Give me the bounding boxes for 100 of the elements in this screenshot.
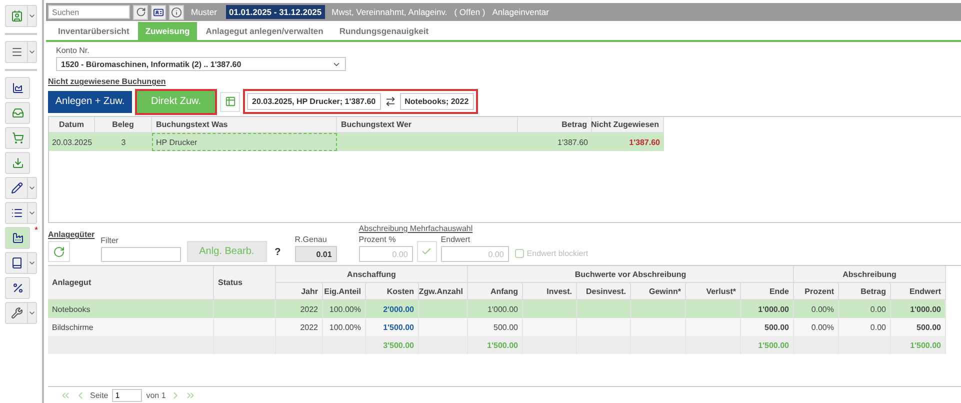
table-cell: 1'500.00	[891, 336, 946, 354]
column-header[interactable]: Nicht Zugewiesen	[592, 117, 664, 133]
asset-chip: Notebooks; 2022	[400, 93, 474, 110]
column-header[interactable]: Jahr	[276, 283, 323, 300]
column-header[interactable]: Datum	[49, 117, 95, 133]
wrench-icon	[10, 307, 22, 319]
sidebar-button[interactable]	[5, 202, 37, 224]
column-header[interactable]: Ende	[741, 283, 794, 300]
booking-chip: 20.03.2025, HP Drucker; 1'387.60	[247, 93, 381, 110]
field-label: Filter	[100, 236, 120, 245]
pencil-icon	[10, 182, 22, 194]
column-header[interactable]: Anfang	[468, 283, 523, 300]
field-label: Konto Nr.	[56, 46, 90, 55]
field-label: R.Genau	[294, 235, 328, 244]
section-title: Nicht zugewiesene Buchungen	[48, 77, 166, 86]
column-header[interactable]: Eig.Anteil	[323, 283, 366, 300]
status-text: ( Offen )	[454, 7, 486, 17]
column-header[interactable]: Prozent	[794, 283, 839, 300]
checkbox-label: Endwert blockiert	[526, 249, 588, 258]
select-value: 1520 - Büromaschinen, Informatik (2) .. 1'387.60	[61, 60, 242, 68]
column-header[interactable]: Desinvest.	[577, 283, 631, 300]
book-icon	[10, 257, 22, 269]
tab[interactable]: Inventarübersicht	[51, 22, 136, 40]
column-header[interactable]: Beleg	[95, 117, 152, 133]
field-label: Endwert	[440, 235, 472, 244]
swap-arrows-icon	[384, 96, 396, 107]
filter-field[interactable]	[100, 247, 181, 262]
column-header[interactable]: Endwert	[891, 283, 946, 300]
section-title: Abschreibung Mehrfachauswahl	[358, 224, 474, 233]
refresh-button[interactable]	[133, 4, 148, 20]
id-card-icon	[153, 6, 164, 18]
column-header[interactable]: Betrag	[518, 117, 592, 133]
column-group-header: Buchwerte vor Abschreibung	[468, 266, 794, 283]
table-row[interactable]: Notebooks 2022 100.00% 2'000.00 1'000.00 1'000.00 0.00% 0.00 1'000.00	[48, 300, 946, 318]
sidebar-button[interactable]	[5, 177, 37, 199]
page-label: Seite	[90, 390, 108, 400]
info-icon	[171, 6, 182, 18]
contact-icon	[10, 10, 22, 22]
check-icon	[421, 246, 432, 257]
account-select[interactable]: 1520 - Büromaschinen, Informatik (2) .. 1'387.60	[56, 57, 346, 71]
module-name: Anlageinventar	[492, 7, 549, 17]
table-view-button[interactable]	[220, 92, 240, 112]
column-header[interactable]: Status	[214, 266, 276, 300]
column-header[interactable]: Invest.	[523, 283, 577, 300]
sidebar-button[interactable]	[5, 41, 37, 63]
table-cell: 3'500.00	[366, 336, 419, 354]
sidebar-button[interactable]	[5, 252, 37, 274]
table-cell: 1'500.00	[468, 336, 523, 354]
column-group-header: Anschaffung	[276, 266, 468, 283]
sidebar-button[interactable]	[5, 77, 30, 99]
tab[interactable]: Anlagegut anlegen/verwalten	[198, 22, 330, 40]
search-field[interactable]: Suchen	[48, 5, 130, 19]
table-row[interactable]: 20.03.2025 3 HP Drucker 1'387.60 1'387.60	[49, 133, 664, 151]
period-range: 01.01.2025 - 31.12.2025	[226, 5, 325, 19]
refresh-icon	[53, 246, 65, 258]
chart-icon	[12, 82, 24, 94]
rounding-field[interactable]: 0.01	[294, 246, 337, 262]
double-chevron-right-icon	[184, 390, 196, 400]
percent-icon	[12, 282, 24, 294]
table-cell-text: 3	[120, 136, 127, 148]
factory-icon	[12, 232, 24, 244]
modified-marker: *	[34, 225, 38, 235]
table-cell: HP Drucker	[152, 133, 337, 151]
caret-icon	[28, 259, 36, 267]
caret-icon	[28, 209, 36, 217]
refresh-button[interactable]	[48, 241, 70, 262]
double-chevron-left-icon	[60, 390, 71, 400]
checkbox[interactable]	[514, 249, 524, 258]
help-mark[interactable]: ?	[274, 247, 281, 258]
page-field[interactable]: 1	[112, 388, 142, 402]
refresh-icon	[136, 7, 146, 17]
download-icon	[12, 157, 24, 169]
column-header[interactable]: Buchungstext Was	[152, 117, 337, 133]
caret-icon	[28, 309, 36, 317]
table-cell-text: 1'387.60	[556, 136, 589, 148]
section-title: Anlagegüter	[48, 230, 95, 239]
column-header[interactable]: Kosten	[366, 283, 419, 300]
column-header[interactable]: Betrag	[839, 283, 891, 300]
table-cell-text: 1'387.60	[628, 136, 661, 148]
cart-icon	[12, 132, 24, 144]
info-button[interactable]	[169, 4, 184, 20]
caret-icon	[28, 48, 36, 56]
sidebar-button[interactable]	[5, 302, 37, 324]
tab[interactable]: Rundungsgenauigkeit	[332, 22, 436, 40]
column-header[interactable]: Anlagegut	[48, 266, 214, 300]
column-group-header: Abschreibung	[794, 266, 946, 283]
column-header[interactable]: Buchungstext Wer	[337, 117, 518, 133]
field-label: Prozent %	[358, 235, 397, 244]
column-header[interactable]: Zgw.Anzahl	[419, 283, 468, 300]
caret-icon	[28, 184, 36, 192]
action-button[interactable]: Anlegen + Zuw.	[48, 90, 132, 112]
sidebar-button[interactable]	[5, 277, 30, 299]
column-header[interactable]: Gewinn*	[631, 283, 686, 300]
table-cell-text: 20.03.2025	[50, 136, 94, 148]
table-row[interactable]: Bildschirme 2022 100.00% 1'500.00 500.00 500.00 0.00% 0.00 500.00	[48, 318, 946, 336]
contact-card-button[interactable]	[151, 4, 166, 20]
settings-summary: Mwst, Vereinnahmt, Anlageinv.	[332, 7, 448, 17]
table-cell: 1'500.00	[741, 336, 794, 354]
column-header[interactable]: Verlust*	[686, 283, 741, 300]
page-count: von 1	[146, 390, 166, 400]
